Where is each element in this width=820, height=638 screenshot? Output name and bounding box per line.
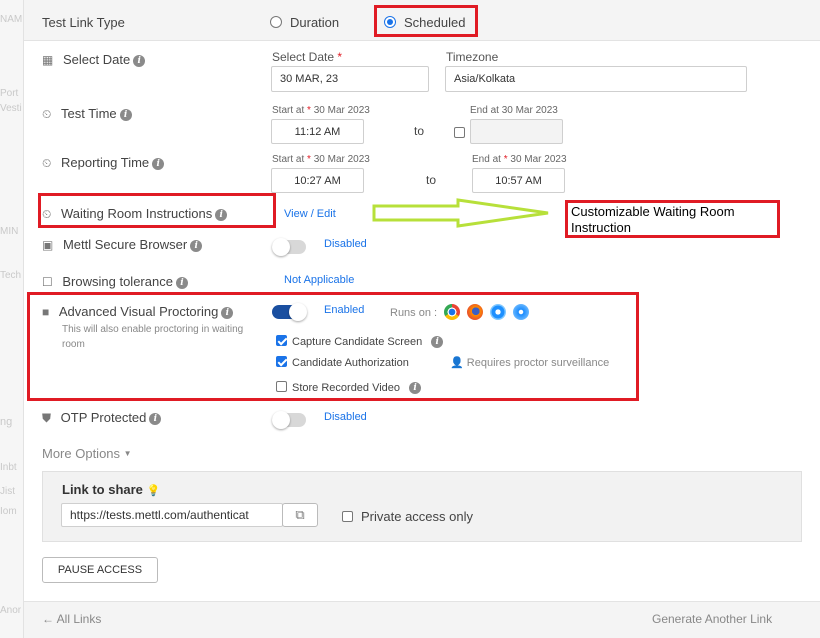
- secure-browser-row-label: ▣ Mettl Secure Browser i: [42, 237, 203, 252]
- left-edge-text: Port: [0, 88, 19, 99]
- window-icon: ☐: [42, 275, 53, 289]
- to-label: to: [426, 173, 437, 187]
- info-icon[interactable]: i: [175, 277, 188, 289]
- secure-browser-status: Disabled: [324, 238, 367, 250]
- select-date-field-label: Select Date *: [272, 50, 343, 64]
- reporting-time-row-label: ⏲ Reporting Time i: [42, 155, 165, 171]
- annotation-callout: Customizable Waiting Room Instruction: [565, 200, 780, 238]
- copy-link-button[interactable]: ⧉: [282, 503, 318, 527]
- timezone-input[interactable]: Asia/Kolkata: [445, 66, 747, 92]
- left-edge-text: Anor: [0, 605, 22, 616]
- info-icon[interactable]: i: [431, 336, 444, 348]
- reporting-end-label: End at * 30 Mar 2023: [472, 154, 567, 165]
- otp-row-label: ⛊ OTP Protected i: [42, 410, 162, 426]
- checkbox-checked-icon: [276, 335, 287, 346]
- info-icon[interactable]: i: [152, 158, 165, 170]
- secure-browser-toggle[interactable]: [272, 238, 306, 256]
- share-url-input[interactable]: https://tests.mettl.com/authenticat: [61, 503, 283, 527]
- all-links-link[interactable]: ← All Links: [42, 612, 101, 626]
- test-time-end-label: End at 30 Mar 2023: [470, 105, 558, 116]
- left-edge-text: Jist: [0, 486, 15, 497]
- test-time-row-label: ⏲ Test Time i: [42, 106, 132, 122]
- radio-icon: [270, 16, 282, 28]
- generate-another-link-button[interactable]: Generate Another Link: [652, 612, 772, 626]
- annotation-arrow-icon: [372, 198, 549, 228]
- timezone-label: Timezone: [446, 50, 499, 64]
- checkbox-icon: [342, 511, 353, 522]
- checkbox-icon: [276, 381, 287, 392]
- info-icon[interactable]: i: [221, 307, 234, 319]
- test-time-start-label: Start at * 30 Mar 2023: [272, 105, 370, 116]
- left-panel-edge: NAM Port Vesti MIN Tech ng Inbt Jist Iom…: [0, 0, 24, 638]
- left-edge-text: Inbt: [0, 462, 17, 473]
- browsing-tolerance-row-label: ☐ Browsing tolerance i: [42, 274, 188, 289]
- waiting-room-view-edit-link[interactable]: View / Edit: [284, 208, 336, 220]
- reporting-start-label: Start at * 30 Mar 2023: [272, 154, 370, 165]
- pause-access-button[interactable]: PAUSE ACCESS: [42, 557, 158, 583]
- lightbulb-icon: 💡: [146, 485, 161, 497]
- otp-toggle[interactable]: [272, 411, 306, 429]
- proctoring-toggle[interactable]: [272, 303, 307, 321]
- proctoring-note: This will also enable proctoring in wait…: [62, 324, 244, 350]
- select-date-input[interactable]: 30 MAR, 23: [271, 66, 429, 92]
- left-edge-text: Tech: [0, 270, 22, 281]
- chrome-icon: [444, 304, 461, 320]
- firefox-icon: [467, 304, 484, 320]
- waiting-room-row-label: ⏲ Waiting Room Instructions i: [42, 206, 228, 222]
- link-to-share-title: Link to share 💡: [62, 482, 161, 497]
- test-start-time-input[interactable]: 11:12 AM: [271, 119, 364, 144]
- select-date-row-label: ▦ Select Date i: [42, 52, 146, 67]
- candidate-authorization-checkbox[interactable]: Candidate Authorization: [276, 356, 409, 369]
- browsing-tolerance-status: Not Applicable: [284, 274, 355, 286]
- shield-icon: ⛊: [42, 411, 52, 425]
- left-edge-text: ng: [0, 416, 13, 428]
- clock-icon: ⏲: [42, 156, 52, 170]
- proctor-surveillance-note: 👤 Requires proctor surveillance: [450, 357, 610, 369]
- left-edge-text: MIN: [0, 226, 19, 237]
- to-label: to: [414, 124, 425, 138]
- more-options-toggle[interactable]: More Options ▼: [42, 446, 132, 461]
- runs-on-group: Runs on :: [390, 304, 530, 320]
- info-icon[interactable]: i: [190, 240, 203, 252]
- ie-icon: [490, 304, 507, 320]
- reporting-start-time-input[interactable]: 10:27 AM: [271, 168, 364, 193]
- clock-icon: ⏲: [42, 107, 52, 121]
- duration-radio[interactable]: Duration: [270, 15, 339, 30]
- video-camera-icon: ■: [42, 305, 50, 319]
- info-icon[interactable]: i: [119, 109, 132, 121]
- caret-down-icon: ▼: [123, 449, 132, 458]
- test-end-time-input[interactable]: [470, 119, 563, 144]
- person-icon: 👤: [450, 357, 464, 369]
- info-icon[interactable]: i: [409, 382, 422, 394]
- left-edge-text: NAM: [0, 14, 23, 25]
- info-icon[interactable]: i: [133, 55, 146, 67]
- proctoring-status: Enabled: [324, 304, 365, 316]
- safari-icon: [513, 304, 530, 320]
- scheduled-radio[interactable]: Scheduled: [384, 15, 465, 30]
- calendar-icon: ▦: [42, 53, 54, 67]
- reporting-end-time-input[interactable]: 10:57 AM: [472, 168, 565, 193]
- end-time-checkbox[interactable]: [454, 124, 470, 142]
- checkbox-checked-icon: [276, 356, 287, 367]
- left-edge-text: Iom: [0, 506, 17, 517]
- proctoring-row-label: ■ Advanced Visual Proctoring i: [42, 304, 234, 319]
- checkbox-icon: [454, 127, 465, 138]
- info-icon[interactable]: i: [215, 209, 228, 221]
- browser-window-icon: ▣: [42, 238, 54, 252]
- info-icon[interactable]: i: [149, 413, 162, 425]
- clock-icon: ⏲: [42, 207, 52, 221]
- copy-icon: ⧉: [295, 507, 305, 522]
- otp-status: Disabled: [324, 411, 367, 423]
- store-video-checkbox[interactable]: Store Recorded Video i: [276, 381, 422, 394]
- capture-screen-checkbox[interactable]: Capture Candidate Screen i: [276, 335, 444, 348]
- test-link-type-label: Test Link Type: [42, 15, 125, 30]
- private-access-checkbox[interactable]: Private access only: [342, 509, 473, 524]
- left-edge-text: Vesti: [0, 103, 22, 114]
- radio-selected-icon: [384, 16, 396, 28]
